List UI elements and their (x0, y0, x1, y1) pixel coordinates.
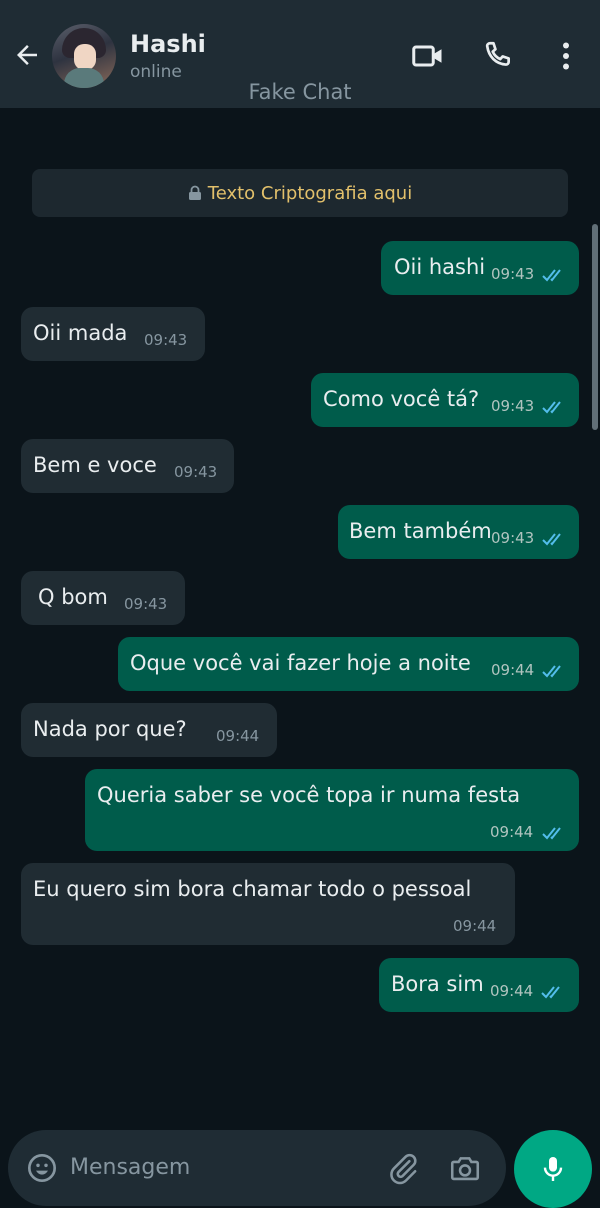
message-text: Como você tá? (323, 387, 480, 411)
message-text: Queria saber se você topa ir numa festa (97, 783, 521, 807)
message-bubble-incoming[interactable]: Nada por que? 09:44 (21, 703, 277, 757)
read-ticks-icon (542, 269, 561, 282)
encryption-notice-text: Texto Criptografia aqui (207, 182, 413, 204)
chat-area[interactable]: Texto Criptografia aqui Oii hashi 09:43 … (0, 108, 600, 1128)
video-call-icon[interactable] (410, 38, 446, 74)
message-time: 09:44 (490, 982, 534, 1000)
message-bubble-outgoing[interactable]: Como você tá? 09:43 (311, 373, 579, 427)
message-bubble-outgoing[interactable]: Oii hashi 09:43 (381, 241, 579, 295)
read-ticks-icon (542, 401, 561, 414)
read-ticks-icon (542, 533, 561, 546)
watermark: Fake Chat (248, 80, 352, 104)
contact-name[interactable]: Hashi (130, 30, 206, 58)
read-ticks-icon (542, 665, 561, 678)
camera-icon[interactable] (448, 1152, 482, 1186)
message-bubble-outgoing[interactable]: Bem também 09:43 (338, 505, 579, 559)
encryption-notice[interactable]: Texto Criptografia aqui (32, 169, 568, 217)
message-bubble-outgoing[interactable]: Oque você vai fazer hoje a noite 09:44 (118, 637, 579, 691)
message-time: 09:44 (491, 661, 535, 679)
lock-icon (188, 185, 201, 200)
message-time: 09:43 (491, 265, 535, 283)
read-ticks-icon (541, 986, 560, 999)
message-time: 09:44 (490, 823, 534, 841)
message-text: Bem e voce (33, 453, 157, 477)
message-text: Q bom (38, 585, 108, 609)
message-text: Nada por que? (33, 717, 187, 741)
message-time: 09:43 (174, 463, 218, 481)
message-bubble-outgoing[interactable]: Bora sim 09:44 (379, 958, 579, 1012)
message-time: 09:43 (491, 397, 535, 415)
message-text: Oii mada (33, 321, 128, 345)
message-time: 09:43 (124, 595, 168, 613)
message-text: Oii hashi (394, 255, 486, 279)
message-text: Oque você vai fazer hoje a noite (130, 651, 471, 675)
mic-icon (543, 1157, 563, 1181)
message-text: Bora sim (391, 972, 484, 996)
message-time: 09:43 (491, 529, 535, 547)
message-time: 09:44 (453, 917, 497, 935)
read-ticks-icon (542, 827, 561, 840)
message-time: 09:43 (144, 331, 188, 349)
more-vert-icon[interactable] (548, 38, 584, 74)
message-bubble-incoming[interactable]: Bem e voce 09:43 (21, 439, 234, 493)
message-input[interactable]: Mensagem (70, 1155, 190, 1180)
message-composer[interactable]: Mensagem (8, 1130, 506, 1206)
message-bubble-outgoing[interactable]: Queria saber se você topa ir numa festa … (85, 769, 579, 851)
mic-button[interactable] (514, 1130, 592, 1208)
message-time: 09:44 (216, 727, 260, 745)
message-text: Bem também (349, 519, 492, 543)
phone-icon[interactable] (480, 38, 516, 74)
message-text: Eu quero sim bora chamar todo o pessoal (33, 877, 472, 901)
message-bubble-incoming[interactable]: Q bom 09:43 (21, 571, 185, 625)
scrollbar[interactable] (592, 224, 598, 430)
attach-icon[interactable] (386, 1152, 420, 1186)
message-bubble-incoming[interactable]: Oii mada 09:43 (21, 307, 205, 361)
arrow-back-icon[interactable] (12, 40, 42, 70)
contact-status: online (130, 62, 182, 82)
emoji-icon[interactable] (26, 1152, 58, 1184)
message-bubble-incoming[interactable]: Eu quero sim bora chamar todo o pessoal … (21, 863, 515, 945)
avatar[interactable] (52, 24, 116, 88)
